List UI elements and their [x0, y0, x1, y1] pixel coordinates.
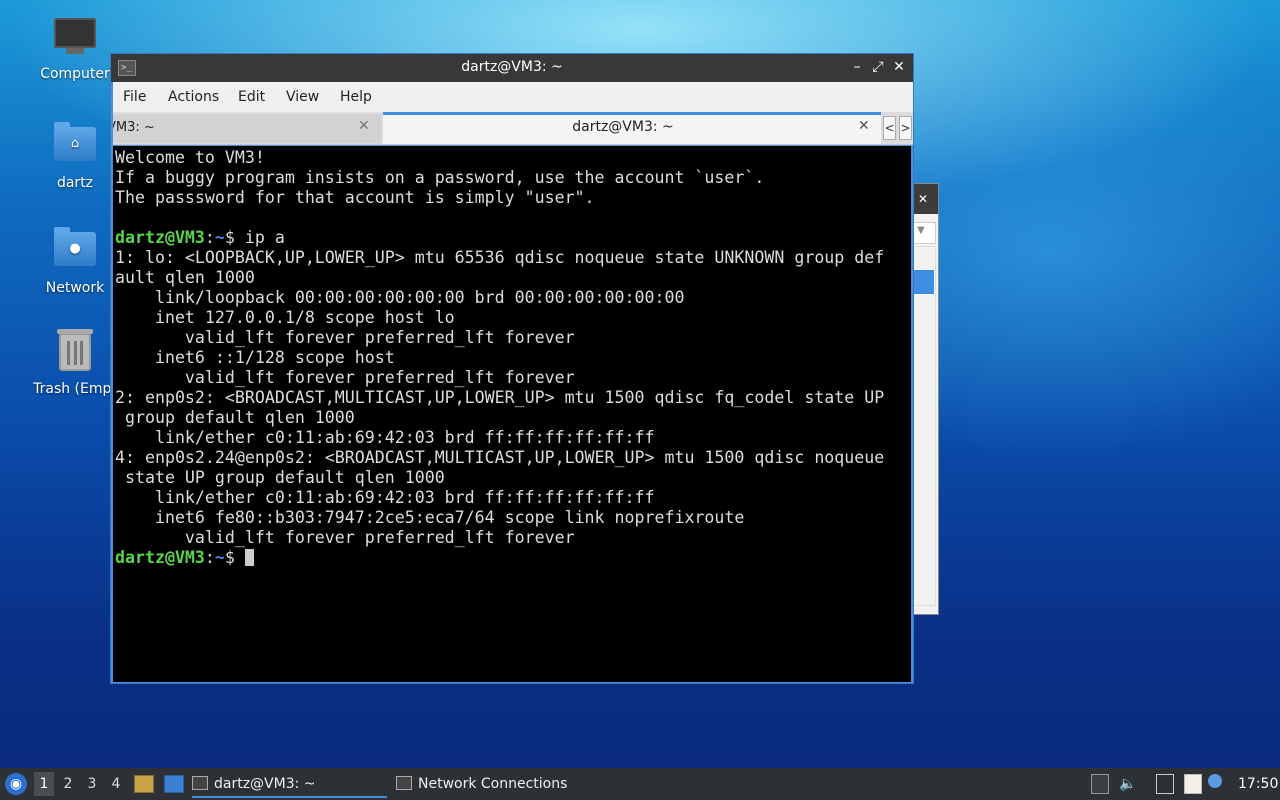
terminal-line: inet 127.0.0.1/8 scope host lo — [115, 308, 455, 327]
menu-bar: File Actions Edit View Help — [113, 82, 913, 112]
prompt-command: $ ip a — [224, 228, 285, 247]
window-title: dartz@VM3: ~ — [461, 59, 563, 75]
dropdown[interactable]: ▼ — [912, 222, 936, 244]
workspace-1[interactable]: 1 — [34, 772, 54, 796]
minimize-button[interactable]: – — [848, 58, 866, 76]
prompt-separator: : — [204, 228, 215, 247]
tab-bar: VM3: ~ ✕ dartz@VM3: ~ ✕ < > — [113, 112, 913, 145]
terminal-line: inet6 fe80::b303:7947:2ce5:eca7/64 scope… — [115, 508, 745, 527]
connection-list[interactable] — [912, 246, 936, 606]
menu-file[interactable]: File — [123, 89, 146, 105]
close-button[interactable]: ✕ — [890, 58, 908, 76]
maximize-button[interactable]: ⤢ — [869, 58, 887, 76]
prompt-user: dartz@VM3 — [115, 228, 205, 247]
text-cursor — [244, 549, 254, 566]
terminal-output[interactable]: Welcome to VM3! If a buggy program insis… — [113, 146, 911, 682]
trash-icon — [53, 329, 97, 375]
update-notifier-icon[interactable] — [1208, 774, 1222, 788]
task-network-connections[interactable]: Network Connections — [396, 770, 596, 798]
network-folder-icon: ● — [53, 227, 97, 274]
close-tab-icon[interactable]: ✕ — [858, 118, 870, 134]
prompt-path: ~ — [214, 228, 225, 247]
clipboard-icon[interactable] — [1184, 774, 1202, 794]
terminal-line: 2: enp0s2: <BROADCAST,MULTICAST,UP,LOWER… — [115, 388, 885, 407]
tab-terminal-1[interactable]: VM3: ~ ✕ — [113, 114, 381, 143]
terminal-line: Welcome to VM3! — [115, 148, 265, 167]
terminal-line: group default qlen 1000 — [115, 408, 355, 427]
menu-edit[interactable]: Edit — [238, 89, 265, 105]
terminal-line: ault qlen 1000 — [115, 268, 255, 287]
terminal-prompt-line: dartz@VM3:~$ — [115, 548, 911, 568]
volume-icon[interactable]: 🔈 — [1119, 774, 1137, 794]
prompt-separator: : — [204, 548, 215, 567]
terminal-line: valid_lft forever preferred_lft forever — [115, 328, 575, 347]
tab-label: VM3: ~ — [113, 120, 155, 135]
terminal-line: state UP group default qlen 1000 — [115, 468, 445, 487]
terminal-line: valid_lft forever preferred_lft forever — [115, 368, 575, 387]
tab-scroll-right-button[interactable]: > — [899, 116, 912, 140]
home-folder-icon: ⌂ — [53, 122, 97, 169]
prompt-command: $ — [224, 548, 245, 567]
prompt-user: dartz@VM3 — [115, 548, 205, 567]
taskbar: ◉ 1 2 3 4 dartz@VM3: ~ Network Connectio… — [0, 768, 1280, 800]
terminal-line: If a buggy program insists on a password… — [115, 168, 765, 187]
tray-arrow-icon[interactable] — [1091, 774, 1109, 794]
menu-actions[interactable]: Actions — [168, 89, 219, 105]
terminal-icon — [192, 776, 208, 790]
network-icon — [396, 776, 412, 790]
file-manager-icon[interactable] — [134, 775, 154, 793]
close-icon[interactable]: ✕ — [918, 192, 928, 206]
terminal-line: The passsword for that account is simply… — [115, 188, 595, 207]
task-label: dartz@VM3: ~ — [214, 776, 316, 792]
task-terminal[interactable]: dartz@VM3: ~ — [192, 770, 387, 798]
terminal-line: inet6 ::1/128 scope host — [115, 348, 395, 367]
tab-label: dartz@VM3: ~ — [572, 119, 674, 135]
computer-icon — [53, 18, 97, 60]
workspace-3[interactable]: 3 — [82, 772, 102, 796]
terminal-line: link/ether c0:11:ab:69:42:03 brd ff:ff:f… — [115, 488, 655, 507]
tab-terminal-2[interactable]: dartz@VM3: ~ ✕ — [383, 112, 881, 144]
terminal-line: link/ether c0:11:ab:69:42:03 brd ff:ff:f… — [115, 428, 655, 447]
terminal-line: 1: lo: <LOOPBACK,UP,LOWER_UP> mtu 65536 … — [115, 248, 885, 267]
workspace-2[interactable]: 2 — [58, 772, 78, 796]
menu-help[interactable]: Help — [340, 89, 372, 105]
start-menu-button[interactable]: ◉ — [5, 773, 27, 795]
selected-list-item[interactable] — [912, 270, 934, 294]
clock[interactable]: 17:50 — [1238, 776, 1278, 792]
terminal-line: valid_lft forever preferred_lft forever — [115, 528, 575, 547]
workspace-4[interactable]: 4 — [106, 772, 126, 796]
show-desktop-icon[interactable] — [164, 775, 184, 793]
terminal-window[interactable]: >_ dartz@VM3: ~ – ⤢ ✕ File Actions Edit … — [110, 53, 914, 684]
window-titlebar[interactable]: >_ dartz@VM3: ~ – ⤢ ✕ — [111, 54, 913, 82]
network-tray-icon[interactable] — [1156, 774, 1174, 794]
task-label: Network Connections — [418, 776, 568, 792]
terminal-line: 4: enp0s2.24@enp0s2: <BROADCAST,MULTICAS… — [115, 448, 885, 467]
close-tab-icon[interactable]: ✕ — [358, 118, 370, 134]
prompt-path: ~ — [214, 548, 225, 567]
terminal-line: link/loopback 00:00:00:00:00:00 brd 00:0… — [115, 288, 685, 307]
menu-view[interactable]: View — [286, 89, 319, 105]
terminal-prompt-line: dartz@VM3:~$ ip a — [115, 228, 911, 248]
tab-scroll-left-button[interactable]: < — [883, 116, 896, 140]
chevron-down-icon: ▼ — [917, 225, 925, 236]
